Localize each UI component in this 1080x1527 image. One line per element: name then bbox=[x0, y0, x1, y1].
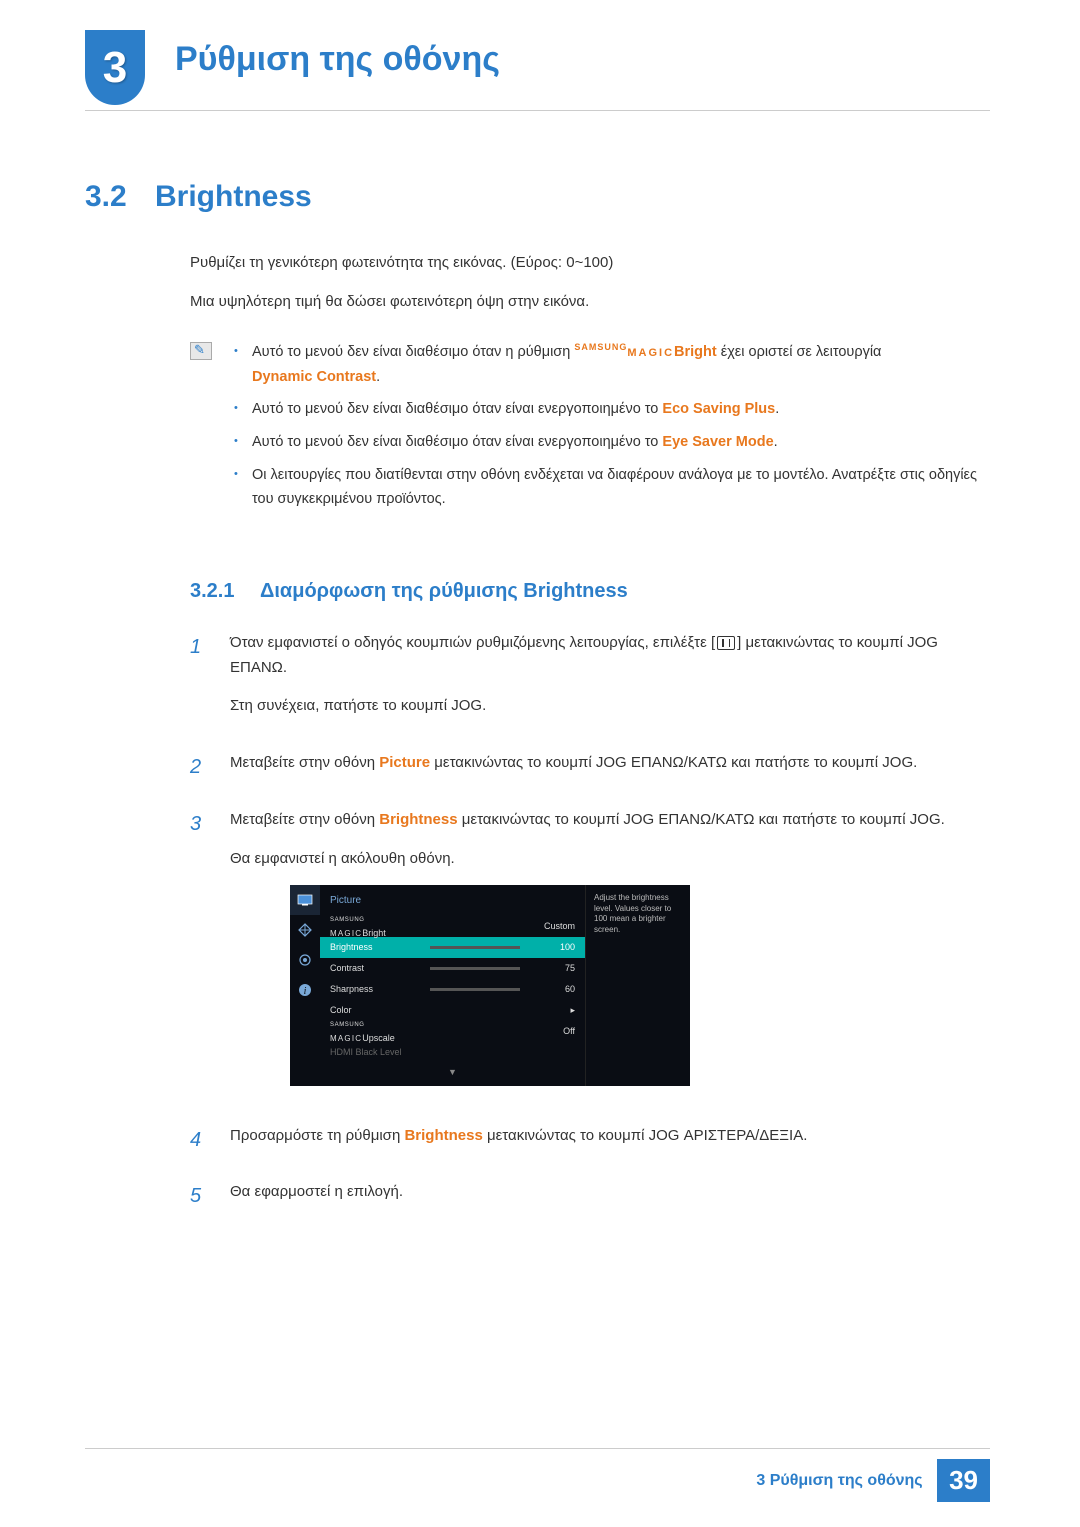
step-number: 3 bbox=[190, 808, 210, 1106]
step-number: 1 bbox=[190, 631, 210, 733]
svg-text:i: i bbox=[304, 986, 307, 997]
chapter-divider bbox=[85, 110, 990, 111]
subsection-heading: 3.2.1Διαμόρφωση της ρύθμισης Brightness bbox=[190, 580, 990, 603]
page-footer: 3 Ρύθμιση της οθόνης 39 bbox=[85, 1448, 990, 1502]
intro-line-2: Μια υψηλότερη τιμή θα δώσει φωτεινότερη … bbox=[190, 293, 990, 310]
step-number: 5 bbox=[190, 1180, 210, 1219]
osd-row-upscale: SAMSUNGMAGICUpscale Off bbox=[320, 1021, 585, 1042]
menu-icon bbox=[717, 636, 735, 650]
note-icon bbox=[190, 342, 212, 360]
osd-screenshot: i Picture SAMSUNGMAGICBright Custom Brig… bbox=[290, 885, 690, 1085]
note-block: Αυτό το μενού δεν είναι διαθέσιμο όταν η… bbox=[190, 340, 990, 520]
chapter-number-badge: 3 bbox=[85, 30, 145, 105]
step-1: 1 Όταν εμφανιστεί ο οδηγός κουμπιών ρυθμ… bbox=[190, 631, 990, 733]
osd-tab-info-icon: i bbox=[290, 975, 320, 1005]
osd-tab-settings-icon bbox=[290, 945, 320, 975]
osd-help-panel: Adjust the brightness level. Values clos… bbox=[585, 885, 690, 1085]
note-list: Αυτό το μενού δεν είναι διαθέσιμο όταν η… bbox=[230, 340, 990, 520]
step-2: 2 Μεταβείτε στην οθόνη Picture μετακινών… bbox=[190, 751, 990, 790]
section-heading: 3.2Brightness bbox=[85, 180, 990, 214]
section-title: Brightness bbox=[155, 180, 312, 213]
section-number: 3.2 bbox=[85, 180, 155, 214]
osd-row-contrast: Contrast 75 bbox=[320, 958, 585, 979]
footer-chapter-label: 3 Ρύθμιση της οθόνης bbox=[756, 1472, 922, 1490]
osd-tab-picture-icon bbox=[290, 885, 320, 915]
chapter-title: Ρύθμιση της οθόνης bbox=[175, 40, 500, 79]
step-4: 4 Προσαρμόστε τη ρύθμιση Brightness μετα… bbox=[190, 1124, 990, 1163]
step-number: 4 bbox=[190, 1124, 210, 1163]
step-number: 2 bbox=[190, 751, 210, 790]
osd-row-hdmi: HDMI Black Level bbox=[320, 1042, 585, 1063]
subsection-number: 3.2.1 bbox=[190, 580, 260, 603]
note-item-2: Αυτό το μενού δεν είναι διαθέσιμο όταν ε… bbox=[230, 397, 990, 422]
note-item-3: Αυτό το μενού δεν είναι διαθέσιμο όταν ε… bbox=[230, 430, 990, 455]
osd-sidebar: i bbox=[290, 885, 320, 1085]
osd-tab-display-icon bbox=[290, 915, 320, 945]
osd-scroll-down-icon: ▼ bbox=[320, 1063, 585, 1080]
footer-page-number: 39 bbox=[937, 1459, 990, 1502]
step-5: 5 Θα εφαρμοστεί η επιλογή. bbox=[190, 1180, 990, 1219]
steps-list: 1 Όταν εμφανιστεί ο οδηγός κουμπιών ρυθμ… bbox=[190, 631, 990, 1219]
step-3: 3 Μεταβείτε στην οθόνη Brightness μετακι… bbox=[190, 808, 990, 1106]
note-item-1: Αυτό το μενού δεν είναι διαθέσιμο όταν η… bbox=[230, 340, 990, 389]
page-content: 3.2Brightness Ρυθμίζει τη γενικότερη φωτ… bbox=[85, 180, 990, 1237]
note-item-4: Οι λειτουργίες που διατίθενται στην οθόν… bbox=[230, 463, 990, 512]
osd-row-magicbright: SAMSUNGMAGICBright Custom bbox=[320, 916, 585, 937]
intro-line-1: Ρυθμίζει τη γενικότερη φωτεινότητα της ε… bbox=[190, 254, 990, 271]
subsection-title: Διαμόρφωση της ρύθμισης Brightness bbox=[260, 580, 628, 602]
osd-main-panel: Picture SAMSUNGMAGICBright Custom Bright… bbox=[320, 885, 585, 1085]
osd-row-sharpness: Sharpness 60 bbox=[320, 979, 585, 1000]
